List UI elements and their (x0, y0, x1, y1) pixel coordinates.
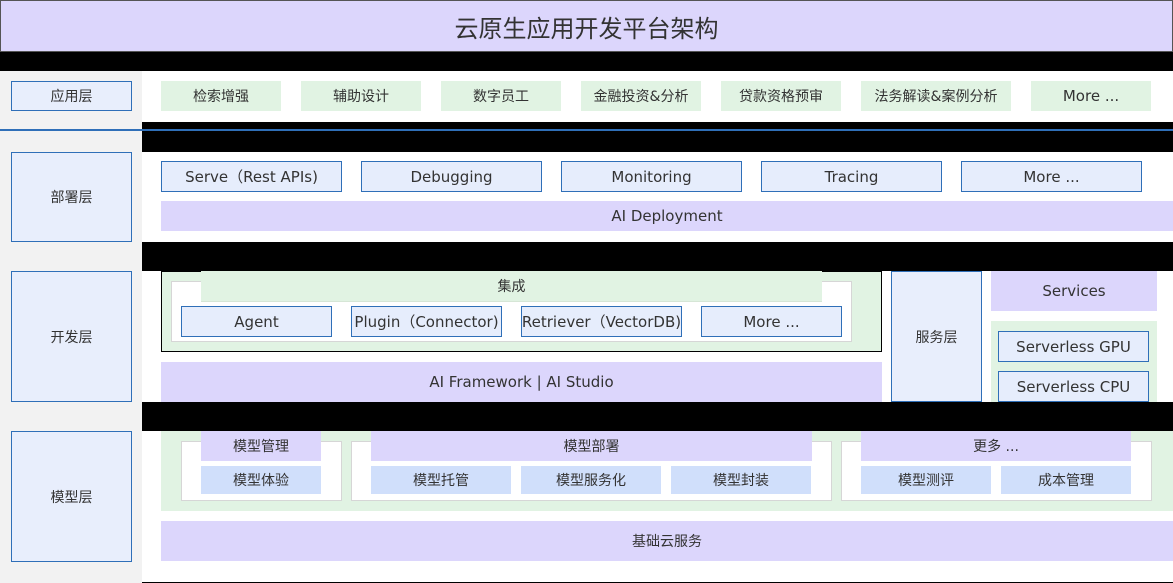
integration-item-agent[interactable]: Agent (181, 306, 332, 337)
serverless-cpu[interactable]: Serverless CPU (998, 371, 1149, 402)
services-box[interactable]: Services (991, 271, 1157, 311)
layer-label-model: 模型层 (11, 431, 132, 562)
app-item-retrieval-augmentation[interactable]: 检索增强 (161, 81, 281, 111)
model-group-management-title: 模型管理 (201, 431, 321, 461)
app-item-assisted-design[interactable]: 辅助设计 (301, 81, 421, 111)
model-item-cost-management[interactable]: 成本管理 (1001, 466, 1131, 494)
deploy-item-tracing[interactable]: Tracing (761, 161, 942, 192)
basic-cloud-services-bar[interactable]: 基础云服务 (161, 521, 1173, 561)
layer-label-application: 应用层 (11, 81, 132, 111)
ai-framework-studio-bar[interactable]: AI Framework | AI Studio (161, 362, 882, 402)
app-item-legal-case-analysis[interactable]: 法务解读&案例分析 (861, 81, 1011, 111)
layer-label-development: 开发层 (11, 271, 132, 402)
model-group-deployment-title: 模型部署 (371, 431, 812, 461)
serverless-gpu[interactable]: Serverless GPU (998, 331, 1149, 362)
app-item-financial-analysis[interactable]: 金融投资&分析 (581, 81, 701, 111)
integration-item-retriever-vectordb[interactable]: Retriever（VectorDB) (521, 306, 682, 337)
app-item-digital-employee[interactable]: 数字员工 (441, 81, 561, 111)
integration-title: 集成 (201, 271, 822, 302)
deploy-item-more[interactable]: More ... (961, 161, 1142, 192)
integration-item-more[interactable]: More ... (701, 306, 842, 337)
layer-label-service: 服务层 (891, 271, 982, 402)
integration-item-plugin-connector[interactable]: Plugin（Connector) (351, 306, 502, 337)
model-item-evaluation[interactable]: 模型测评 (861, 466, 991, 494)
model-item-experience[interactable]: 模型体验 (201, 466, 321, 494)
model-item-packaging[interactable]: 模型封装 (671, 466, 811, 494)
deploy-item-debugging[interactable]: Debugging (361, 161, 542, 192)
model-item-hosting[interactable]: 模型托管 (371, 466, 511, 494)
deploy-item-monitoring[interactable]: Monitoring (561, 161, 742, 192)
layer-divider-line (0, 129, 1173, 131)
model-item-servicization[interactable]: 模型服务化 (521, 466, 661, 494)
app-item-more[interactable]: More ... (1031, 81, 1151, 111)
deploy-item-serve-rest-apis[interactable]: Serve（Rest APIs) (161, 161, 342, 192)
model-group-more-title: 更多 ... (861, 431, 1131, 461)
page-title: 云原生应用开发平台架构 (0, 0, 1173, 52)
layer-label-deployment: 部署层 (11, 152, 132, 242)
ai-deployment-bar[interactable]: AI Deployment (161, 201, 1173, 231)
app-item-loan-prequalification[interactable]: 贷款资格预审 (721, 81, 841, 111)
